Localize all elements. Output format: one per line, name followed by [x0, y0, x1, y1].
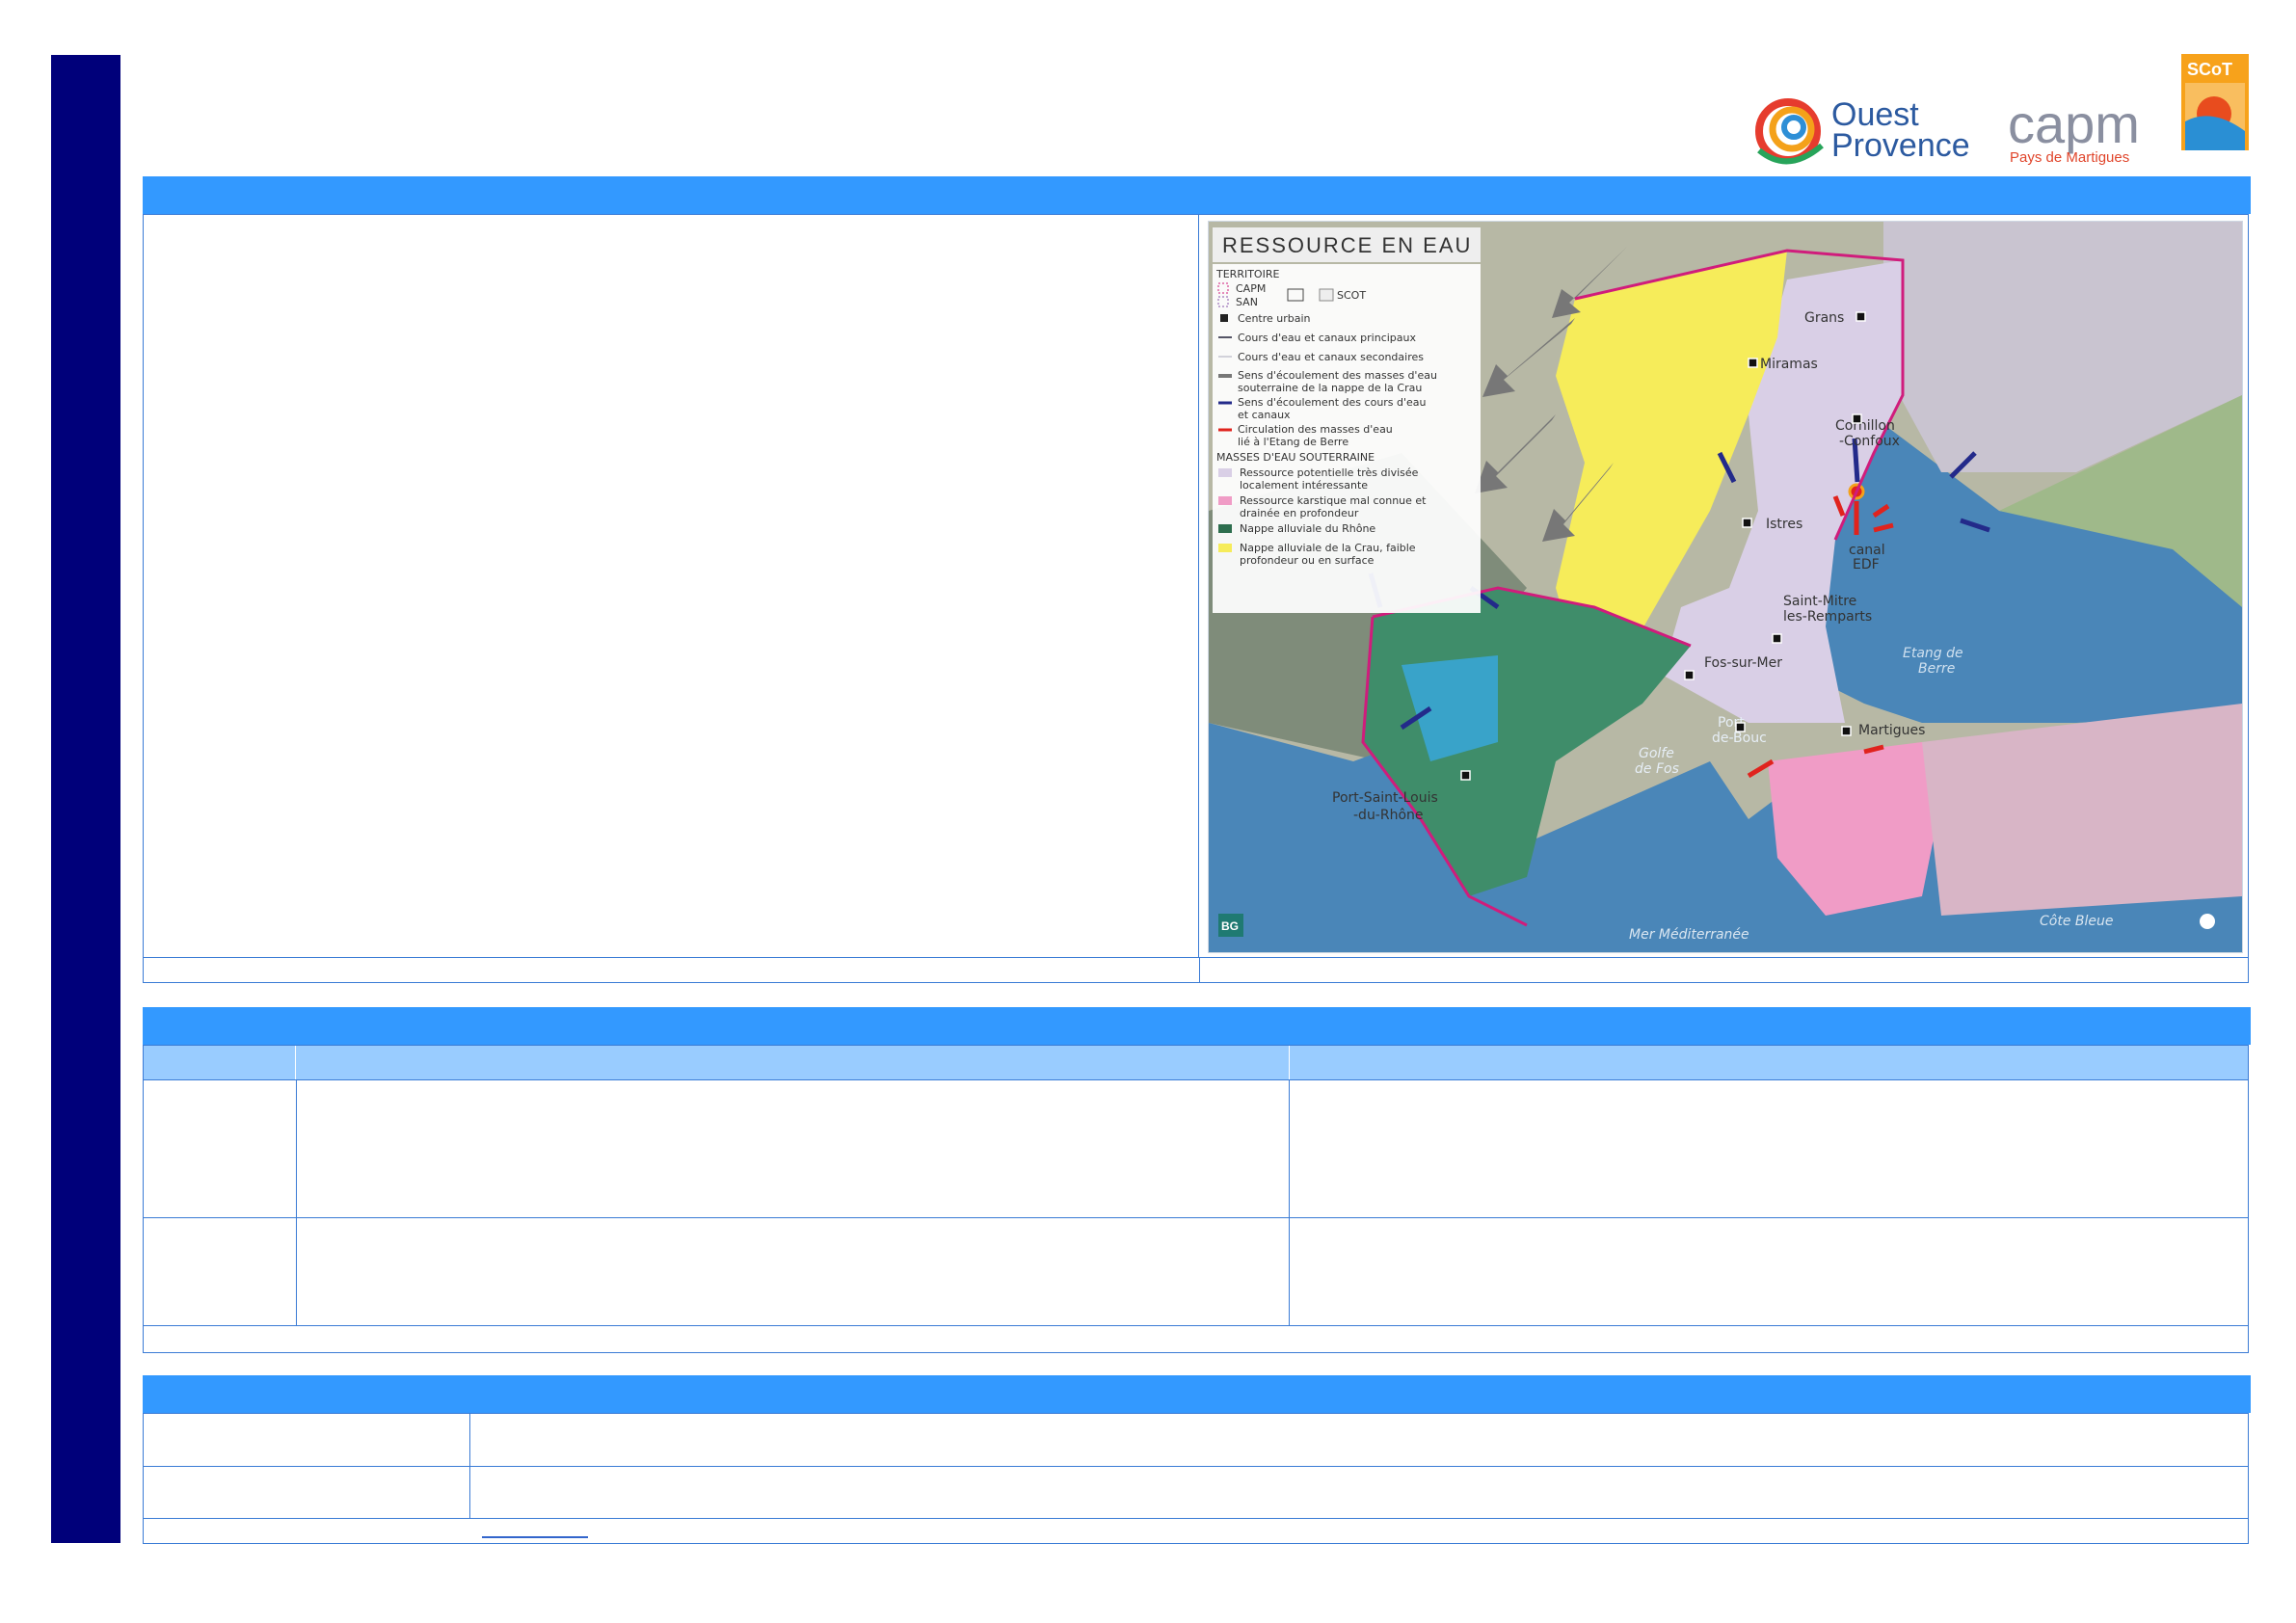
legend-nappe-crau-2: profondeur ou en surface [1240, 554, 1375, 567]
bg-logo-text: BG [1221, 919, 1239, 933]
legend-sens-cours-2: et canaux [1238, 409, 1291, 421]
legend-capm: CAPM [1236, 282, 1266, 295]
table-col-divider-1b [296, 1079, 297, 1325]
table-col-divider-1 [144, 1046, 296, 1325]
legend-scot: SCOT [1337, 289, 1366, 302]
place-fos: Fos-sur-Mer [1704, 655, 1782, 671]
ouest-provence-logo: Ouest Provence [1755, 96, 1970, 165]
section-3-row-line-1 [144, 1466, 2248, 1467]
table-col-divider-2-head [1289, 1046, 1290, 1079]
table-col-divider-2 [1289, 1079, 1290, 1325]
place-grans: Grans [1804, 310, 1844, 326]
place-golfe-2: de Fos [1635, 761, 1679, 777]
header-logos: Ouest Provence capm Pays de Martigues SC… [1749, 54, 2251, 174]
place-miramas: Miramas [1760, 357, 1818, 372]
section-1-footer-line [144, 957, 2248, 958]
capm-text: capm [2008, 93, 2140, 154]
legend-cours-secondaires: Cours d'eau et canaux secondaires [1238, 351, 1424, 363]
legend-ress-divisee-1: Ressource potentielle très divisée [1240, 466, 1419, 479]
place-etang-1: Etang de [1903, 646, 1963, 661]
place-saint-mitre-1: Saint-Mitre [1783, 594, 1856, 609]
map-title: RESSOURCE EN EAU [1222, 233, 1472, 257]
table-row-line-1 [144, 1079, 2248, 1080]
place-saint-mitre-2: les-Remparts [1783, 609, 1872, 625]
left-sidebar-bar [51, 55, 120, 1543]
place-canal-edf-1: canal [1849, 543, 1885, 558]
scot-text: SCoT [2187, 60, 2232, 79]
north-arrow-icon [2200, 914, 2215, 929]
place-golfe-1: Golfe [1639, 746, 1674, 761]
legend-masses: MASSES D'EAU SOUTERRAINE [1216, 451, 1375, 464]
capm-logo: capm Pays de Martigues [2008, 93, 2140, 166]
section-2-header [143, 1007, 2251, 1045]
place-cornillon-1: Cornillon [1835, 418, 1895, 434]
capm-sub-text: Pays de Martigues [2010, 149, 2129, 166]
section-1-header [143, 176, 2251, 214]
legend-territoire: TERRITOIRE [1215, 268, 1279, 280]
legend-nappe-rhone: Nappe alluviale du Rhône [1240, 522, 1375, 535]
place-etang-2: Berre [1918, 661, 1955, 677]
place-mer: Mer Méditerranée [1629, 927, 1749, 943]
section-1-footer-divider [1199, 957, 1200, 982]
place-martigues: Martigues [1858, 723, 1925, 738]
place-cornillon-2: -Confoux [1839, 434, 1900, 449]
legend-circulation-2: lié à l'Etang de Berre [1238, 436, 1348, 448]
section-1-text-cell [144, 215, 1199, 957]
place-istres: Istres [1766, 517, 1802, 532]
place-cote-bleue: Côte Bleue [2040, 914, 2114, 929]
place-port-de-bouc-2: de-Bouc [1712, 731, 1767, 746]
legend-sens-nappe-1: Sens d'écoulement des masses d'eau [1238, 369, 1437, 382]
legend-ress-karst-2: drainée en profondeur [1240, 507, 1359, 519]
underline-link[interactable] [482, 1536, 588, 1538]
legend-sens-cours-1: Sens d'écoulement des cours d'eau [1238, 396, 1427, 409]
logos-svg: Ouest Provence capm Pays de Martigues SC… [1755, 54, 2249, 166]
legend-nappe-crau-1: Nappe alluviale de la Crau, faible [1240, 542, 1416, 554]
section-3-table [143, 1413, 2249, 1544]
water-resource-map: RESSOURCE EN EAU TERRITOIRE CAPM SAN SCO… [1208, 221, 2243, 953]
table-row-line-2 [144, 1217, 2248, 1218]
place-port-st-louis-2: -du-Rhône [1353, 808, 1424, 823]
legend-circulation-1: Circulation des masses d'eau [1238, 423, 1393, 436]
legend-san: SAN [1236, 296, 1258, 308]
section-2-table [143, 1045, 2249, 1353]
legend-sens-nappe-2: souterraine de la nappe de la Crau [1238, 382, 1422, 394]
section-3-header [143, 1375, 2251, 1413]
section-2-subheader-row [144, 1046, 2248, 1079]
table-row-line-3 [144, 1325, 2248, 1326]
legend-ress-divisee-2: localement intéressante [1240, 479, 1368, 492]
legend-ress-karst-1: Ressource karstique mal connue et [1240, 494, 1427, 507]
legend-cours-principaux: Cours d'eau et canaux principaux [1238, 332, 1417, 344]
legend-centre-urbain: Centre urbain [1238, 312, 1311, 325]
place-port-st-louis-1: Port-Saint-Louis [1332, 790, 1438, 806]
scot-logo: SCoT [2181, 54, 2249, 150]
section-3-row-line-2 [144, 1518, 2248, 1519]
map-svg: RESSOURCE EN EAU TERRITOIRE CAPM SAN SCO… [1209, 222, 2242, 952]
provence-text: Provence [1831, 127, 1970, 164]
place-canal-edf-2: EDF [1853, 557, 1880, 572]
